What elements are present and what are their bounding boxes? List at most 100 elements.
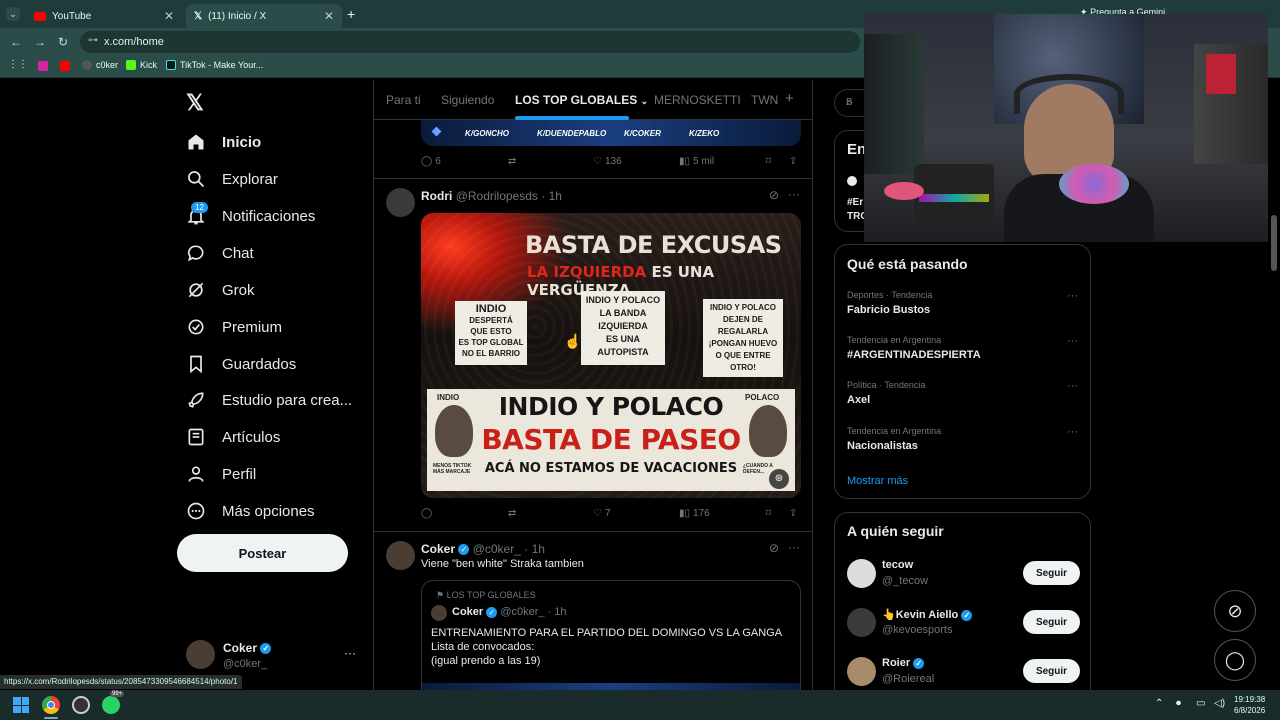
follow-item[interactable]: Roier ✓ @Roiereal Seguir [835,655,1090,695]
repost-button[interactable]: ⇄ [508,508,516,519]
more-dots-icon[interactable]: ··· [1067,335,1078,347]
follow-button[interactable]: Seguir [1023,610,1080,634]
post-image-banner[interactable]: K/GONCHO K/DUENDEPABLO K/COKER K/ZEKO [421,120,801,146]
reply-button[interactable]: ◯ 6 [421,156,441,167]
post-time[interactable]: · 1h [541,189,562,203]
add-tab-icon[interactable]: + [785,90,794,107]
windows-start-icon[interactable] [13,697,29,713]
whatsapp-icon[interactable]: 99+ [102,691,125,714]
apps-grid-icon[interactable]: ⋮⋮ [8,59,28,70]
bookmark-kick[interactable]: Kick [126,60,157,70]
views-icon: ▮▯ [679,156,691,167]
repost-icon: ⇄ [508,508,517,519]
tab-search-button[interactable]: ⌄ [6,7,20,21]
more-dots-icon[interactable]: ··· [344,646,356,660]
obs-icon[interactable] [72,696,90,714]
tab-twn[interactable]: TWN [751,93,778,107]
url-input[interactable]: ⊶ x.com/home [80,31,860,53]
tab-siguiendo[interactable]: Siguiendo [441,93,494,107]
author-handle[interactable]: @Rodrilopesds [456,189,538,203]
like-button[interactable]: ♡ 7 [593,508,611,519]
network-icon[interactable]: ▭ [1196,698,1205,709]
show-more-link[interactable]: Mostrar más [847,475,908,487]
repost-icon: ⇄ [508,156,517,167]
reply-button[interactable]: ◯ [421,508,435,519]
author-name[interactable]: Rodri [421,189,452,203]
sidebar-item-premium[interactable]: Premium [186,313,282,341]
grok-icon[interactable]: ⊘ [769,541,779,555]
grok-floating-button[interactable]: ⊘ [1214,590,1256,632]
bookmark-button[interactable]: ⌑ [766,156,771,167]
sidebar-item-notificaciones[interactable]: 12 Notificaciones [186,202,315,230]
trend-item[interactable]: Tendencia en Argentina #ARGENTINADESPIER… [835,330,1090,374]
verified-badge-icon: ✓ [260,643,272,655]
post-button[interactable]: Postear [177,534,348,572]
bookmark-button[interactable]: ⌑ [766,508,771,519]
trend-item[interactable]: Tendencia en Argentina Nacionalistas ··· [835,420,1090,464]
new-tab-button[interactable]: + [347,6,355,22]
instagram-icon[interactable] [38,61,48,73]
microphone-icon[interactable]: ⏺ [1176,698,1181,709]
account-switcher[interactable]: Coker ✓ @c0ker_ ··· [186,640,366,676]
bookmark-c0ker[interactable]: c0ker [82,60,118,70]
views-button[interactable]: ▮▯ 176 [679,508,710,519]
bookmark-tiktok[interactable]: TikTok - Make Your... [166,60,263,70]
sidebar-item-estudio[interactable]: Estudio para crea... [186,386,352,414]
more-dots-icon[interactable]: ··· [1067,290,1078,302]
follow-item[interactable]: tecow @_tecow Seguir [835,557,1090,597]
monitor [864,34,924,174]
tab-mernosketti[interactable]: MERNOSKETTI [654,93,741,107]
repost-button[interactable]: ⇄ [508,156,516,167]
image-edit-icon[interactable]: ⊛ [769,469,789,489]
tab-youtube[interactable]: YouTube ✕ [26,4,182,28]
back-arrow-icon[interactable]: ← [10,35,22,49]
chat-floating-button[interactable]: ◯ [1214,639,1256,681]
views-button[interactable]: ▮▯ 5 mil [679,156,714,167]
tab-los-top-globales[interactable]: LOS TOP GLOBALES ⌄ [515,93,648,107]
sidebar-item-articulos[interactable]: Artículos [186,423,280,451]
community-label[interactable]: ⚑ LOS TOP GLOBALES [436,590,536,601]
close-icon[interactable]: ✕ [324,9,334,23]
sidebar-item-explorar[interactable]: Explorar [186,165,278,193]
sidebar-item-perfil[interactable]: Perfil [186,460,256,488]
share-button[interactable]: ⇪ [789,508,797,519]
sidebar-item-mas-opciones[interactable]: Más opciones [186,497,315,525]
x-logo-icon[interactable]: 𝕏 [186,90,204,116]
follow-item[interactable]: 👆Kevin Aiello ✓ @kevoesports Seguir [835,606,1090,646]
tab-x[interactable]: 𝕏 (11) Inicio / X ✕ [186,4,342,28]
reload-icon[interactable]: ↻ [58,35,68,49]
tiktok-icon [166,60,176,70]
quoted-post[interactable]: ⚑ LOS TOP GLOBALES Coker ✓ @c0ker_ · 1h … [421,580,801,690]
tab-para-ti[interactable]: Para ti [386,93,421,107]
clock[interactable]: 19:19:38 6/8/2026 [1234,694,1265,716]
sidebar-item-guardados[interactable]: Guardados [186,350,296,378]
post-image[interactable]: BASTA DE EXCUSAS LA IZQUIERDA ES UNA VER… [421,213,801,498]
more-dots-icon[interactable]: ··· [1067,426,1078,438]
scrollbar-thumb[interactable] [1271,215,1277,271]
follow-button[interactable]: Seguir [1023,561,1080,585]
close-icon[interactable]: ✕ [164,9,174,23]
author-name[interactable]: Coker [421,542,455,556]
follow-button[interactable]: Seguir [1023,659,1080,683]
chevron-up-icon[interactable]: ⌃ [1155,698,1163,709]
sidebar-item-inicio[interactable]: Inicio [186,128,261,156]
more-dots-icon[interactable]: ··· [788,540,800,554]
trend-item[interactable]: Política · Tendencia Axel ··· [835,375,1090,419]
youtube-bookmark-icon[interactable] [60,61,70,73]
forward-arrow-icon[interactable]: → [34,35,46,49]
grok-icon[interactable]: ⊘ [769,188,779,202]
trend-item[interactable]: Deportes · Tendencia Fabricio Bustos ··· [835,285,1090,329]
sidebar-item-grok[interactable]: Grok [186,276,255,304]
more-dots-icon[interactable]: ··· [788,187,800,201]
share-button[interactable]: ⇪ [789,156,797,167]
volume-icon[interactable]: ◁) [1214,698,1225,709]
post-time[interactable]: · 1h [524,542,545,556]
chrome-icon[interactable] [42,696,60,714]
avatar[interactable] [386,541,415,570]
sidebar-item-chat[interactable]: Chat [186,239,254,267]
sidebar-item-label: Artículos [222,428,281,446]
avatar[interactable] [386,188,415,217]
author-handle[interactable]: @c0ker_ [473,542,521,556]
like-button[interactable]: ♡ 136 [593,156,622,167]
more-dots-icon[interactable]: ··· [1067,380,1078,392]
